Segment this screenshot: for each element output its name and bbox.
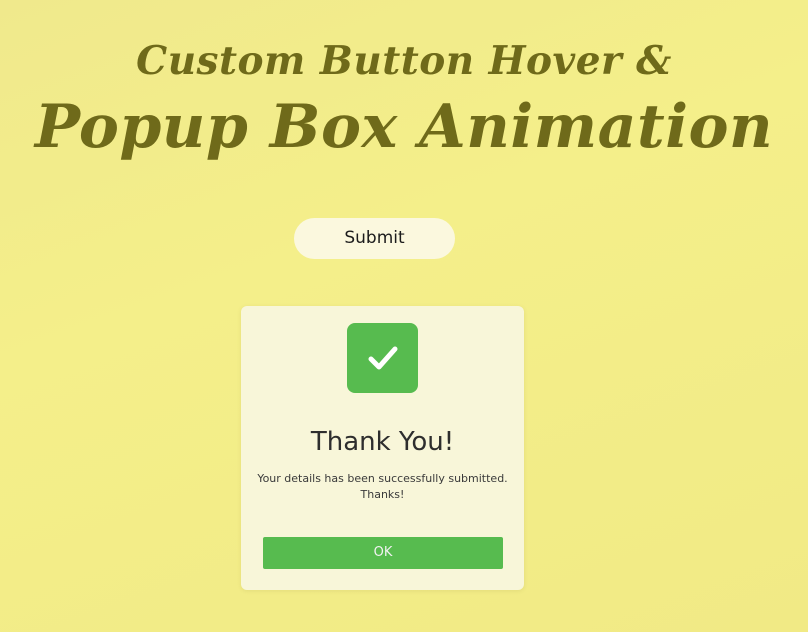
checkmark-icon [347, 323, 418, 393]
page-title-line-2: Popup Box Animation [34, 92, 774, 162]
ok-button[interactable]: OK [263, 537, 503, 569]
success-popup: Thank You! Your details has been success… [241, 306, 524, 590]
popup-title: Thank You! [310, 427, 455, 457]
popup-message: Your details has been successfully submi… [257, 472, 508, 501]
submit-button[interactable]: Submit [294, 218, 455, 259]
page-title-line-1: Custom Button Hover & [136, 38, 672, 84]
